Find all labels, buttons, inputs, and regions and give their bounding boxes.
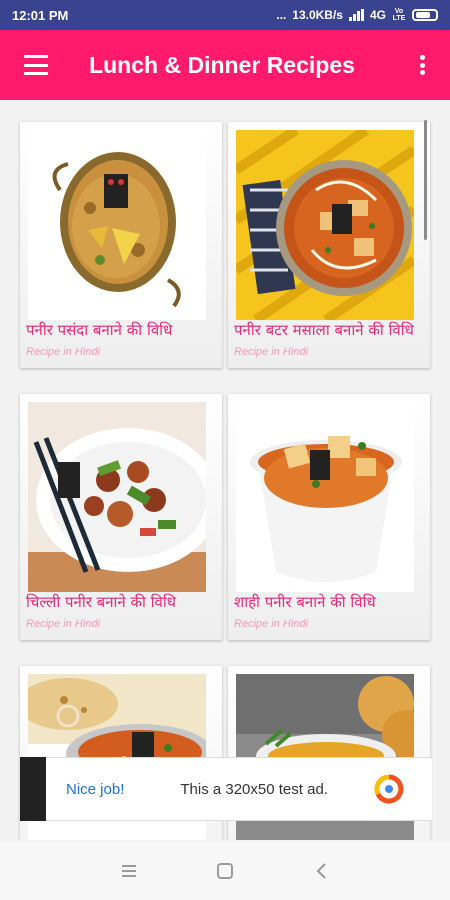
ad-nice-job: Nice job!: [66, 780, 125, 798]
recipe-card[interactable]: पनीर बटर मसाला बनाने की विधि Recipe in H…: [228, 122, 430, 368]
signal-icon: [348, 9, 364, 21]
recipe-title: शाही पनीर बनाने की विधि: [234, 593, 376, 611]
volte-icon: Vo LTE: [392, 8, 406, 22]
network-type: 4G: [369, 8, 386, 22]
recipe-card[interactable]: शाही पनीर बनाने की विधि Recipe in Hindi: [228, 394, 430, 640]
recipe-image: [236, 130, 414, 320]
back-icon[interactable]: [309, 859, 333, 883]
recipe-title: चिल्ली पनीर बनाने की विधि: [26, 593, 177, 611]
status-dots: ...: [276, 8, 287, 22]
recipe-card[interactable]: पनीर पसंदा बनाने की विधि Recipe in Hindi: [20, 122, 222, 368]
recipe-title: पनीर पसंदा बनाने की विधि: [26, 321, 173, 339]
recents-icon[interactable]: [117, 859, 141, 883]
status-bar: 12:01 PM ... 13.0KB/s 4G Vo LTE: [0, 0, 450, 30]
recipe-subtitle: Recipe in Hindi: [234, 346, 308, 358]
app-bar: Lunch & Dinner Recipes: [0, 30, 450, 100]
recipe-grid[interactable]: पनीर पसंदा बनाने की विधि Recipe in Hindi: [0, 100, 450, 840]
more-vertical-icon[interactable]: [410, 53, 434, 77]
recipe-subtitle: Recipe in Hindi: [26, 346, 100, 358]
scrollbar[interactable]: [424, 120, 427, 240]
ad-text: This a 320x50 test ad.: [180, 780, 328, 798]
recipe-subtitle: Recipe in Hindi: [234, 618, 308, 630]
status-icons: ... 13.0KB/s 4G Vo LTE: [276, 8, 438, 22]
battery-icon: [412, 9, 438, 21]
recipe-card[interactable]: चिल्ली पनीर बनाने की विधि Recipe in Hind…: [20, 394, 222, 640]
recipe-subtitle: Recipe in Hindi: [26, 618, 100, 630]
home-icon[interactable]: [213, 859, 237, 883]
ad-logo-icon: [374, 774, 404, 804]
status-time: 12:01 PM: [12, 7, 69, 23]
ad-image: [20, 757, 46, 821]
recipe-title: पनीर बटर मसाला बनाने की विधि: [234, 321, 414, 339]
recipe-image: [28, 130, 206, 320]
network-speed: 13.0KB/s: [292, 8, 343, 22]
recipe-image: [236, 402, 414, 592]
recipe-image: [28, 402, 206, 592]
hamburger-menu-icon[interactable]: [24, 55, 48, 75]
app-title: Lunch & Dinner Recipes: [89, 51, 355, 78]
navigation-bar: [0, 842, 450, 900]
ad-banner[interactable]: Nice job! This a 320x50 test ad.: [20, 757, 432, 821]
